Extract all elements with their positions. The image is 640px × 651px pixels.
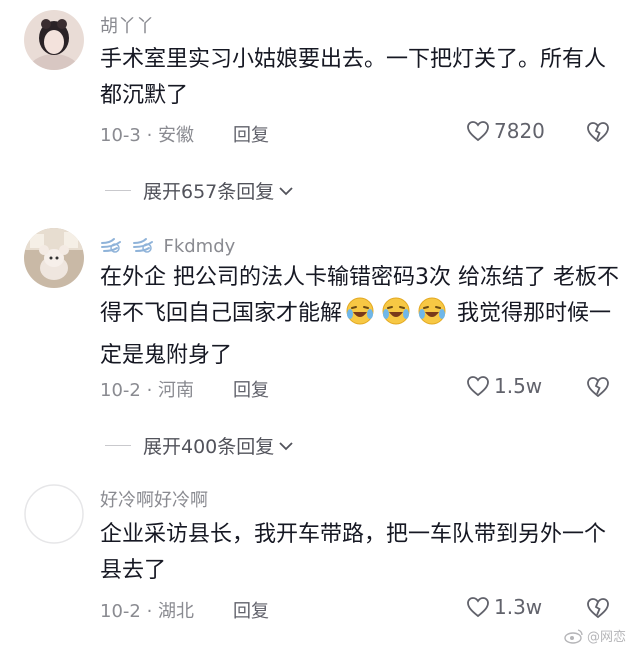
reply-button[interactable]: 回复: [233, 376, 269, 402]
comment-text: 手术室里实习小姑娘要出去。一下把灯关了。所有人都沉默了: [100, 47, 607, 108]
username[interactable]: 好冷啊好冷啊: [100, 486, 208, 512]
avatar[interactable]: [24, 10, 84, 70]
broken-heart-icon: [587, 377, 609, 398]
watermark-text: @网恋: [586, 630, 626, 645]
dislike-button[interactable]: [586, 597, 610, 623]
heart-outline-icon: [467, 376, 489, 397]
username[interactable]: 胡丫丫: [100, 12, 154, 38]
like-count: 1.5w: [494, 374, 543, 398]
comment-meta: 10-2 · 湖北: [100, 601, 195, 622]
heart-outline-icon: [467, 597, 489, 618]
divider-line: [105, 190, 131, 191]
expand-replies-button[interactable]: 展开657条回复: [105, 177, 294, 204]
username-text: Fkdmdy: [163, 236, 236, 257]
dislike-button[interactable]: [586, 121, 610, 147]
dislike-button[interactable]: [586, 376, 610, 402]
expand-replies-button[interactable]: 展开400条回复: [105, 432, 294, 459]
laughing-tears-emoji: [345, 296, 375, 338]
avatar[interactable]: [24, 228, 84, 288]
like-button[interactable]: 1.5w: [466, 374, 542, 398]
like-button[interactable]: 7820: [466, 119, 545, 143]
comment-meta: 10-3 · 安徽: [100, 125, 195, 146]
broken-heart-icon: [587, 598, 609, 619]
chevron-down-icon: [279, 441, 293, 450]
like-count: 7820: [494, 119, 545, 143]
weibo-logo-icon: [564, 628, 583, 644]
reply-button[interactable]: 回复: [233, 121, 269, 147]
heart-outline-icon: [467, 121, 489, 142]
avatar[interactable]: [24, 484, 84, 544]
divider-line: [105, 445, 131, 446]
laughing-tears-emoji: [381, 296, 411, 338]
watermark: @网恋: [564, 626, 626, 645]
comment-text: 企业采访县长，我开车带路，把一车队带到另外一个县去了: [100, 522, 607, 583]
laughing-tears-emoji: [417, 296, 447, 338]
like-count: 1.3w: [494, 595, 543, 619]
comment-text: 在外企 把公司的法人卡输错密码3次 给冻结了 老板不得不飞回自己国家才能解 我觉…: [100, 260, 620, 374]
comment-meta: 10-2 · 河南: [100, 380, 195, 401]
reply-button[interactable]: 回复: [233, 597, 269, 623]
broken-heart-icon: [587, 122, 609, 143]
wind-icon: [132, 238, 153, 253]
username[interactable]: Fkdmdy: [100, 236, 235, 257]
chevron-down-icon: [279, 186, 293, 195]
like-button[interactable]: 1.3w: [466, 595, 542, 619]
expand-replies-label: 展开400条回复: [143, 436, 275, 458]
wind-icon: [101, 238, 121, 253]
expand-replies-label: 展开657条回复: [143, 181, 275, 203]
